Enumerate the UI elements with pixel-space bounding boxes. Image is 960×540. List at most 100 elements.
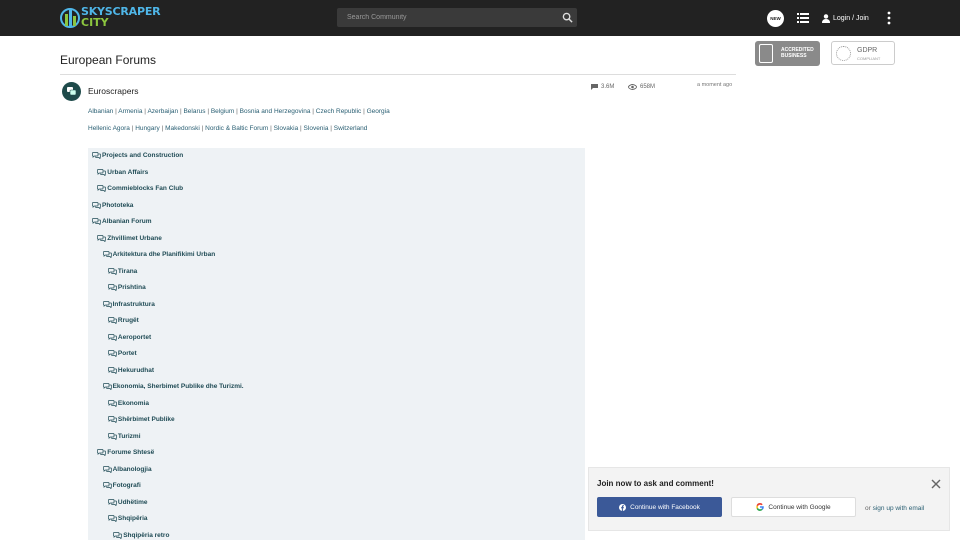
subforum-link[interactable]: Hungary xyxy=(135,125,160,132)
search-icon[interactable] xyxy=(562,12,573,23)
new-posts-badge[interactable]: NEW xyxy=(767,10,784,27)
subforum-tree-label: Phototeka xyxy=(102,201,134,209)
subforum-link[interactable]: Hellenic Agora xyxy=(88,125,130,132)
chat-bubble-icon xyxy=(108,366,117,374)
last-activity-time: a moment ago xyxy=(697,82,733,88)
subforum-tree-label: Prishtina xyxy=(117,284,146,291)
eye-icon xyxy=(628,84,637,90)
list-view-icon[interactable] xyxy=(797,12,809,24)
join-prompt-title: Join now to ask and comment! xyxy=(597,479,714,488)
chat-bubble-icon xyxy=(92,218,101,225)
chat-bubble-icon xyxy=(102,251,112,258)
subforum-tree-label: Commieblocks Fan Club xyxy=(107,185,184,192)
subforum-tree-item[interactable]: Arkitektura dhe Planifikimi Urban xyxy=(102,251,215,258)
subforum-link[interactable]: Bosnia and Herzegovina xyxy=(240,108,311,115)
continue-with-google-button[interactable]: Continue with Google xyxy=(731,497,856,517)
search-input[interactable] xyxy=(337,8,552,27)
facebook-icon xyxy=(619,503,627,511)
logo-globe-icon xyxy=(60,8,80,28)
views-count: 658M xyxy=(628,84,655,90)
subforum-tree-item[interactable]: Tirana xyxy=(108,268,137,275)
subforum-tree-item[interactable]: Infrastruktura xyxy=(102,300,155,308)
subforum-tree-item[interactable]: Phototeka xyxy=(92,202,133,209)
subforum-link[interactable]: Makedonski xyxy=(165,125,200,132)
subforum-tree-item[interactable]: Urban Affairs xyxy=(97,169,148,176)
chat-bubble-icon xyxy=(97,168,107,176)
chat-bubble-icon xyxy=(97,234,107,242)
chat-bubble-icon xyxy=(108,498,117,506)
subforum-tree-label: Shërbimet Publike xyxy=(117,416,175,423)
subforum-link[interactable]: Czech Republic xyxy=(316,108,362,115)
subforum-tree-item[interactable]: Portet xyxy=(108,350,137,357)
bbb-line2: BUSINESS xyxy=(781,53,807,59)
subforum-tree-item[interactable]: Rrugët xyxy=(108,317,139,324)
site-logo[interactable]: SKYSCRAPER CITY xyxy=(60,6,161,30)
chat-bubble-icon xyxy=(102,465,112,473)
subforum-tree-label: Turizmi xyxy=(117,432,141,440)
top-navbar: SKYSCRAPER CITY NEW Login / Join xyxy=(0,0,960,36)
subforum-link[interactable]: Switzerland xyxy=(334,125,368,132)
continue-with-facebook-button[interactable]: Continue with Facebook xyxy=(597,497,722,517)
subforum-tree-label: Portet xyxy=(117,350,137,357)
user-icon xyxy=(822,14,830,23)
facebook-button-label: Continue with Facebook xyxy=(630,503,700,511)
close-icon[interactable] xyxy=(931,479,941,489)
subforum-tree-item[interactable]: Zhvillimet Urbane xyxy=(97,235,162,242)
join-prompt-popup: Join now to ask and comment! Continue wi… xyxy=(588,467,950,531)
chat-bubble-icon xyxy=(108,416,117,423)
subforum-tree-item[interactable]: Forume Shtesë xyxy=(97,449,154,456)
subforum-tree-item[interactable]: Shërbimet Publike xyxy=(108,416,175,423)
subforum-tree-label: Albanologjia xyxy=(112,465,152,473)
subforum-link[interactable]: Georgia xyxy=(367,108,390,115)
subforum-link[interactable]: Belgium xyxy=(211,108,234,115)
chat-bubble-icon xyxy=(97,449,107,456)
subforum-tree-item[interactable]: Ekonomia xyxy=(108,400,149,407)
subforum-link[interactable]: Slovakia xyxy=(274,125,299,132)
subforum-tree-label: Forume Shtesë xyxy=(107,449,155,456)
forum-chat-icon xyxy=(62,82,81,101)
gdpr-compliant-badge[interactable]: GDPR COMPLIANT xyxy=(831,41,895,65)
subforum-tree-item[interactable]: Udhëtime xyxy=(108,499,148,506)
subforum-link[interactable]: Azerbaijan xyxy=(147,108,178,115)
page-title: European Forums xyxy=(60,53,157,67)
subforum-tree-item[interactable]: Projects and Construction xyxy=(92,152,183,159)
chat-bubble-icon xyxy=(102,300,112,308)
login-join-link[interactable]: Login / Join xyxy=(822,13,869,24)
subforum-link[interactable]: Albanian xyxy=(88,108,113,115)
subforum-tree-label: Fotografi xyxy=(112,482,141,489)
sign-up-with-email-link[interactable]: sign up with email xyxy=(873,505,925,512)
subforum-tree-item[interactable]: Prishtina xyxy=(108,284,146,291)
threads-value: 3.6M xyxy=(601,84,615,90)
subforum-tree-item[interactable]: Hekurudhat xyxy=(108,367,154,374)
subforum-tree-item[interactable]: Albanologjia xyxy=(102,465,152,473)
chat-bubble-icon xyxy=(108,515,117,522)
bbb-accredited-badge[interactable]: ACCREDITED BUSINESS xyxy=(755,41,820,66)
google-icon xyxy=(756,503,765,511)
subforum-tree-label: Shqipëria xyxy=(117,515,148,522)
subforum-link[interactable]: Slovenia xyxy=(304,125,329,132)
subforum-tree-item[interactable]: Shqipëria xyxy=(108,515,148,522)
subforum-link[interactable]: Nordic & Baltic Forum xyxy=(205,125,268,132)
subforum-tree-item[interactable]: Aeroportet xyxy=(108,334,151,341)
subforum-tree-item[interactable]: Albanian Forum xyxy=(92,218,151,225)
subforum-tree-item[interactable]: Fotografi xyxy=(102,482,141,489)
login-label: Login / Join xyxy=(833,15,869,22)
more-menu-icon[interactable] xyxy=(886,11,892,25)
threads-icon xyxy=(591,84,598,90)
subforum-tree-item[interactable]: Turizmi xyxy=(108,433,141,440)
subforum-tree-label: Zhvillimet Urbane xyxy=(107,234,162,242)
subforum-tree-item[interactable]: Ekonomia, Sherbimet Publike dhe Turizmi. xyxy=(102,383,244,390)
subforum-tree-label: Shqipëria retro xyxy=(123,531,170,539)
subforum-links-row1: Albanian | Armenia | Azerbaijan | Belaru… xyxy=(88,108,390,115)
chat-bubble-icon xyxy=(92,201,101,209)
forum-title-link[interactable]: Euroscrapers xyxy=(88,86,139,96)
chat-bubble-icon xyxy=(113,531,123,539)
subforum-tree-item[interactable]: Commieblocks Fan Club xyxy=(97,185,183,192)
subforum-link[interactable]: Armenia xyxy=(118,108,142,115)
gdpr-title: GDPR xyxy=(857,47,878,54)
subforum-link[interactable]: Belarus xyxy=(183,108,205,115)
bbb-seal-icon xyxy=(759,44,773,63)
chat-bubble-icon xyxy=(108,284,117,291)
subforum-tree-item[interactable]: Shqipëria retro xyxy=(113,532,169,539)
subforum-tree-label: Infrastruktura xyxy=(112,300,155,308)
